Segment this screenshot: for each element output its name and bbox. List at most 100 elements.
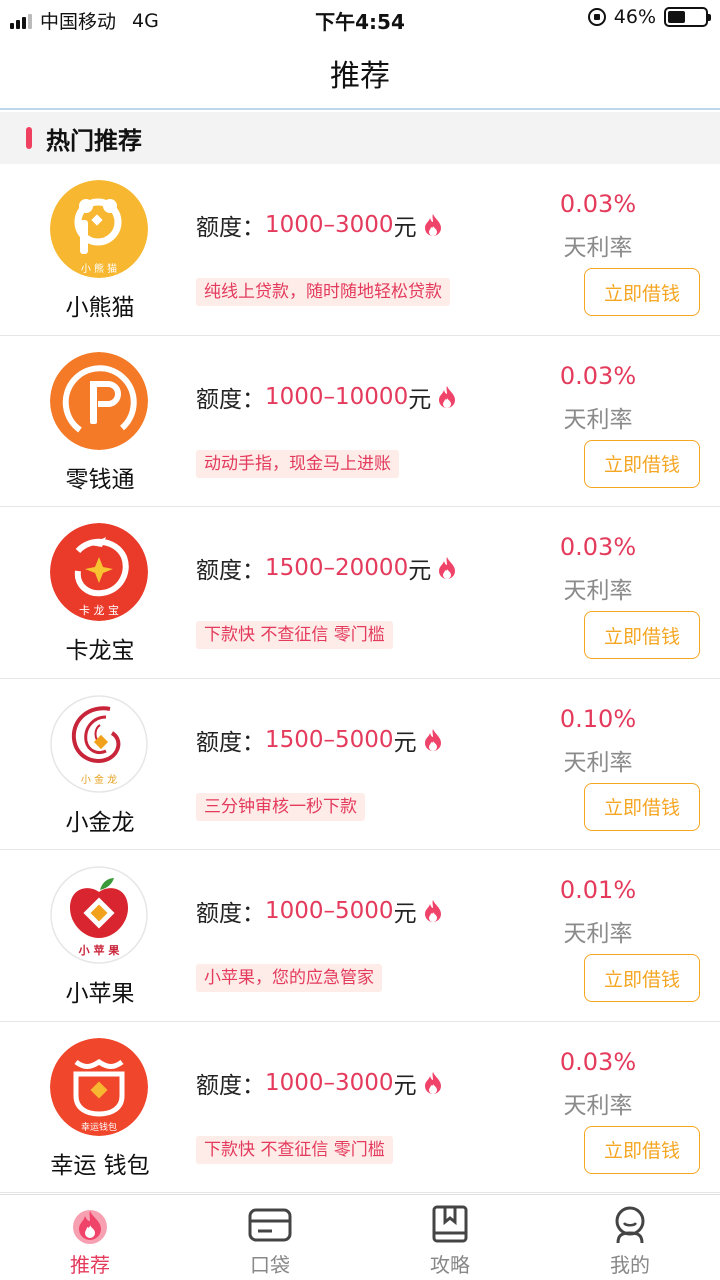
limit-range: 1500–20000 [265, 555, 409, 581]
product-tag: 纯线上贷款，随时随地轻松贷款 [196, 278, 450, 306]
product-list: 小 熊 猫 小熊猫 额度： 1000–3000 元 纯线上贷款，随时随地轻松贷款… [0, 164, 720, 1193]
golden-dragon-logo-icon: 小 金 龙 [50, 694, 148, 793]
rate-label: 天利率 [563, 1092, 633, 1119]
tab-label: 我的 [610, 1253, 650, 1277]
flame-icon [439, 385, 456, 408]
rotation-lock-icon [587, 8, 606, 26]
apple-logo-icon: 小 苹 果 [50, 866, 148, 964]
limit-label: 额度： [196, 215, 265, 241]
rate-value: 0.10% [559, 704, 637, 733]
flame-icon [424, 214, 441, 236]
limit-range: 1500–5000 [265, 726, 394, 753]
svg-text:卡 龙 宝: 卡 龙 宝 [79, 603, 119, 617]
panda-logo-icon: 小 熊 猫 [50, 180, 148, 278]
limit-label: 额度： [196, 386, 265, 413]
flame-icon [68, 1205, 112, 1245]
limit-line: 额度： 1000–10000 元 [196, 380, 457, 414]
product-tag: 下款快 不查征信 零门槛 [196, 621, 393, 649]
limit-unit: 元 [393, 729, 417, 756]
limit-label: 额度： [196, 901, 265, 927]
limit-unit: 元 [393, 901, 417, 927]
borrow-button[interactable]: 立即借钱 [584, 954, 700, 1002]
product-tag: 三分钟审核一秒下款 [196, 792, 365, 821]
tab-label: 推荐 [70, 1253, 110, 1277]
status-bar: 中国移动 4G 下午4:54 46% [0, 0, 720, 38]
svg-text:小 苹 果: 小 苹 果 [78, 943, 120, 957]
product-tag: 小苹果，您的应急管家 [196, 964, 382, 992]
section-header: 热门推荐 [0, 112, 720, 164]
limit-label: 额度： [196, 729, 265, 756]
wallet-logo-icon: 幸运钱包 [50, 1037, 148, 1136]
limit-unit: 元 [393, 1072, 417, 1099]
limit-unit: 元 [408, 558, 432, 584]
status-right: 46% [587, 6, 711, 28]
section-title: 热门推荐 [46, 126, 142, 155]
coin-logo-icon [50, 351, 148, 450]
product-name: 幸运 钱包 [50, 1152, 150, 1179]
flame-icon [424, 728, 441, 751]
rate-label: 天利率 [563, 578, 633, 604]
product-tag: 下款快 不查征信 零门槛 [196, 1135, 393, 1164]
limit-unit: 元 [408, 386, 432, 413]
section-marker [26, 127, 32, 149]
limit-line: 额度： 1000–3000 元 [196, 208, 443, 242]
rate-value: 0.03% [559, 533, 637, 561]
tab-recommend[interactable]: 推荐 [0, 1195, 180, 1280]
limit-label: 额度： [196, 558, 265, 584]
limit-line: 额度： 1000–3000 元 [196, 1066, 443, 1100]
limit-range: 1000–10000 [265, 383, 409, 410]
limit-label: 额度： [196, 1072, 265, 1099]
product-tag: 动动手指，现金马上进账 [196, 449, 399, 478]
limit-range: 1000–3000 [265, 212, 394, 238]
dragon-logo-icon: 卡 龙 宝 [50, 523, 148, 621]
svg-text:幸运钱包: 幸运钱包 [81, 1121, 117, 1133]
limit-line: 额度： 1000–5000 元 [196, 894, 443, 928]
page-title: 推荐 [330, 59, 390, 94]
card-icon [248, 1205, 292, 1245]
rate-value: 0.03% [559, 190, 637, 218]
flame-icon [439, 557, 456, 579]
limit-range: 1000–3000 [265, 1069, 394, 1096]
svg-text:小 金 龙: 小 金 龙 [81, 773, 117, 786]
tab-pocket[interactable]: 口袋 [180, 1195, 360, 1280]
limit-line: 额度： 1500–20000 元 [196, 551, 457, 585]
borrow-button[interactable]: 立即借钱 [584, 611, 700, 659]
product-card[interactable]: 小 熊 猫 小熊猫 额度： 1000–3000 元 纯线上贷款，随时随地轻松贷款… [0, 164, 720, 336]
limit-line: 额度： 1500–5000 元 [196, 723, 443, 757]
tab-label: 口袋 [250, 1253, 290, 1277]
book-icon [428, 1205, 472, 1245]
rate-label: 天利率 [563, 749, 633, 776]
rate-value: 0.01% [559, 876, 637, 904]
tab-guide[interactable]: 攻略 [360, 1195, 540, 1280]
product-card[interactable]: 幸运钱包 幸运 钱包 额度： 1000–3000 元 下款快 不查征信 零门槛 … [0, 1021, 720, 1193]
flame-icon [424, 1071, 441, 1094]
product-name: 小熊猫 [65, 295, 135, 321]
rate-label: 天利率 [563, 235, 633, 261]
product-card[interactable]: 小 苹 果 小苹果 额度： 1000–5000 元 小苹果，您的应急管家 0.0… [0, 850, 720, 1022]
flame-icon [424, 900, 441, 922]
rate-value: 0.03% [559, 361, 637, 390]
rate-label: 天利率 [563, 406, 633, 433]
product-card[interactable]: 小 金 龙 小金龙 额度： 1500–5000 元 三分钟审核一秒下款 0.10… [0, 678, 720, 850]
tab-label: 攻略 [430, 1253, 470, 1277]
product-name: 零钱通 [65, 466, 135, 493]
product-card[interactable]: 零钱通 额度： 1000–10000 元 动动手指，现金马上进账 0.03% 天… [0, 335, 720, 507]
bottom-tab-bar: 推荐 口袋 攻略 我的 [0, 1194, 720, 1280]
product-name: 卡龙宝 [65, 638, 135, 664]
borrow-button[interactable]: 立即借钱 [584, 1125, 700, 1174]
product-name: 小金龙 [65, 809, 135, 836]
rate-label: 天利率 [563, 921, 633, 947]
borrow-button[interactable]: 立即借钱 [584, 782, 700, 831]
battery-percent: 46% [613, 6, 656, 28]
limit-unit: 元 [393, 215, 417, 241]
svg-text:小 熊 猫: 小 熊 猫 [81, 262, 117, 275]
tab-mine[interactable]: 我的 [540, 1195, 720, 1280]
user-icon [608, 1205, 652, 1245]
borrow-button[interactable]: 立即借钱 [584, 268, 700, 316]
product-name: 小苹果 [65, 981, 135, 1007]
battery-icon [664, 7, 711, 27]
borrow-button[interactable]: 立即借钱 [584, 439, 700, 488]
product-card[interactable]: 卡 龙 宝 卡龙宝 额度： 1500–20000 元 下款快 不查征信 零门槛 … [0, 507, 720, 679]
limit-range: 1000–5000 [265, 898, 394, 924]
rate-value: 0.03% [559, 1047, 637, 1076]
